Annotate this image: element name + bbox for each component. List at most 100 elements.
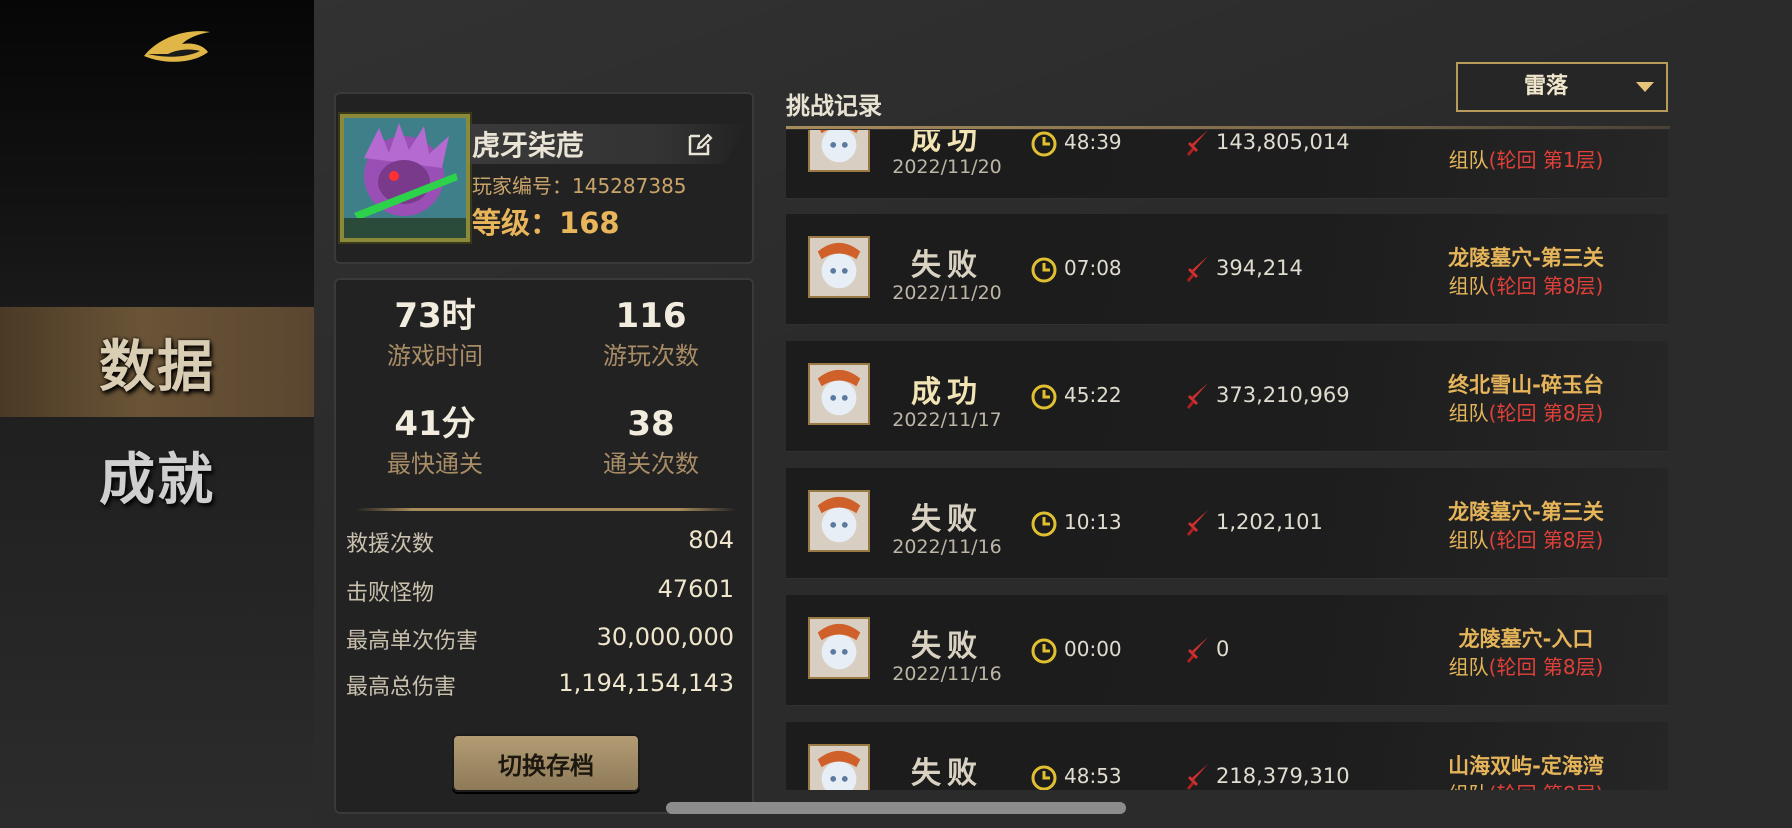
- sword-icon: [1187, 510, 1208, 536]
- record-team-mode: 组队(轮回 第8层): [1376, 524, 1670, 553]
- record-team: 组队: [1448, 655, 1489, 679]
- record-avatar: [808, 236, 870, 298]
- stats-divider: [356, 508, 736, 511]
- record-damage: 373,210,969: [1216, 383, 1350, 407]
- record-team: 组队: [1448, 274, 1489, 298]
- stat-label: 通关次数: [603, 450, 699, 478]
- detail-value: 804: [688, 526, 734, 554]
- record-result: 成功: [911, 130, 983, 157]
- record-damage: 0: [1216, 637, 1230, 661]
- record-date: 2022/11/20: [892, 282, 1002, 304]
- sidebar-item-label: 数据: [99, 333, 215, 400]
- record-time: 07:08: [1064, 256, 1122, 280]
- record-stage: 山海双屿-定海湾: [1448, 754, 1604, 778]
- record-row[interactable]: 失败 48:53 218,379,310 山海双屿-定海湾 组队(轮回 第8层): [786, 722, 1668, 790]
- record-time: 48:53: [1064, 764, 1122, 788]
- sword-icon: [1187, 383, 1208, 409]
- stat-fastest-clear: 41分 最快通关: [340, 404, 530, 480]
- record-row[interactable]: 失败 2022/11/16 00:00 0 龙陵墓穴-入口 组队(轮回 第8层): [786, 595, 1668, 706]
- character-portrait-icon: [810, 746, 868, 790]
- record-avatar: [808, 363, 870, 425]
- switch-save-button[interactable]: 切换存档: [452, 734, 640, 792]
- sword-icon: [1187, 764, 1208, 790]
- player-id: 玩家编号：145287385: [472, 170, 687, 199]
- character-portrait-icon: [810, 619, 868, 677]
- record-result: 成功: [911, 375, 983, 410]
- record-mode: (轮回 第8层): [1488, 274, 1604, 298]
- stat-value: 38: [627, 404, 675, 444]
- record-time: 10:13: [1064, 510, 1122, 534]
- edit-icon[interactable]: [686, 130, 714, 158]
- detail-row-monsters: 击败怪物 47601: [346, 575, 734, 609]
- stat-label: 最快通关: [387, 450, 483, 478]
- record-date: 2022/11/16: [892, 663, 1002, 685]
- stat-play-time: 73时 游戏时间: [340, 296, 530, 372]
- detail-label: 救援次数: [346, 532, 435, 557]
- level-value: 168: [559, 206, 620, 240]
- sword-icon: [1187, 130, 1208, 156]
- clock-icon: [1031, 765, 1057, 790]
- record-stage: 终北雪山-碎玉台: [1448, 373, 1604, 397]
- clock-icon: [1031, 511, 1057, 537]
- record-team-mode: 组队(轮回 第8层): [1376, 651, 1670, 680]
- record-avatar: [808, 617, 870, 679]
- detail-value: 47601: [657, 575, 734, 603]
- detail-label: 击败怪物: [346, 581, 435, 606]
- player-name: 虎牙柒苊: [472, 129, 585, 162]
- level-label: 等级：: [472, 206, 560, 240]
- detail-value: 30,000,000: [596, 623, 734, 651]
- record-date: 2022/11/16: [892, 536, 1002, 558]
- detail-value: 1,194,154,143: [558, 669, 734, 697]
- records-divider: [786, 126, 1670, 129]
- character-portrait-icon: [810, 365, 868, 423]
- stat-value: 73时: [394, 296, 476, 336]
- record-row[interactable]: 成功 2022/11/20 48:39 143,805,014 组队(轮回 第1…: [786, 130, 1668, 199]
- record-team-mode: 组队(轮回 第8层): [1376, 397, 1670, 426]
- record-team: 组队: [1448, 528, 1489, 552]
- records-list[interactable]: 成功 2022/11/20 48:39 143,805,014 组队(轮回 第1…: [786, 130, 1670, 790]
- stat-label: 游戏时间: [387, 342, 483, 370]
- record-row[interactable]: 成功 2022/11/17 45:22 373,210,969 终北雪山-碎玉台…: [786, 341, 1668, 452]
- records-title: 挑战记录: [786, 92, 882, 120]
- sidebar-item-data[interactable]: 数据: [0, 307, 314, 417]
- clock-icon: [1031, 384, 1057, 410]
- character-portrait-icon: [810, 492, 868, 550]
- chevron-down-icon: [1636, 82, 1654, 92]
- record-mode: (轮回 第1层): [1488, 148, 1604, 172]
- record-mode: (轮回 第8层): [1489, 782, 1604, 790]
- map-select-dropdown[interactable]: 雷落: [1456, 62, 1668, 112]
- sword-icon: [1187, 637, 1208, 663]
- map-select-value: 雷落: [1523, 74, 1568, 99]
- record-team: 组队: [1448, 148, 1489, 172]
- record-avatar: [808, 130, 870, 172]
- home-indicator[interactable]: [666, 802, 1126, 814]
- record-stage: 龙陵墓穴-第三关: [1448, 500, 1604, 524]
- clock-icon: [1031, 638, 1057, 664]
- record-team-mode: 组队(轮回 第1层): [1376, 144, 1670, 173]
- stat-label: 游玩次数: [603, 342, 699, 370]
- stat-clear-count: 38 通关次数: [556, 404, 746, 480]
- record-time: 45:22: [1064, 383, 1122, 407]
- detail-label: 最高单次伤害: [346, 629, 479, 654]
- character-portrait-icon: [810, 130, 868, 170]
- record-damage: 1,202,101: [1216, 510, 1323, 534]
- character-portrait-icon: [344, 118, 466, 238]
- detail-row-max-total-damage: 最高总伤害 1,194,154,143: [346, 669, 734, 703]
- record-time: 48:39: [1064, 130, 1122, 154]
- clock-icon: [1031, 257, 1057, 283]
- record-row[interactable]: 失败 2022/11/16 10:13 1,202,101 龙陵墓穴-第三关 组…: [786, 468, 1668, 579]
- record-team: 组队: [1449, 782, 1489, 790]
- clock-icon: [1031, 131, 1057, 157]
- player-id-value: 145287385: [572, 174, 687, 198]
- sidebar-item-achievements[interactable]: 成就: [0, 420, 314, 530]
- stat-play-count: 116 游玩次数: [556, 296, 746, 372]
- record-result: 失败: [911, 629, 983, 664]
- record-mode: (轮回 第8层): [1488, 528, 1604, 552]
- sword-icon: [1187, 256, 1208, 282]
- record-date: 2022/11/17: [892, 409, 1002, 431]
- record-result: 失败: [911, 502, 983, 537]
- record-row[interactable]: 失败 2022/11/20 07:08 394,214 龙陵墓穴-第三关 组队(…: [786, 214, 1668, 325]
- record-mode: (轮回 第8层): [1488, 401, 1604, 425]
- avatar[interactable]: [340, 114, 470, 242]
- game-logo-icon: [144, 31, 210, 62]
